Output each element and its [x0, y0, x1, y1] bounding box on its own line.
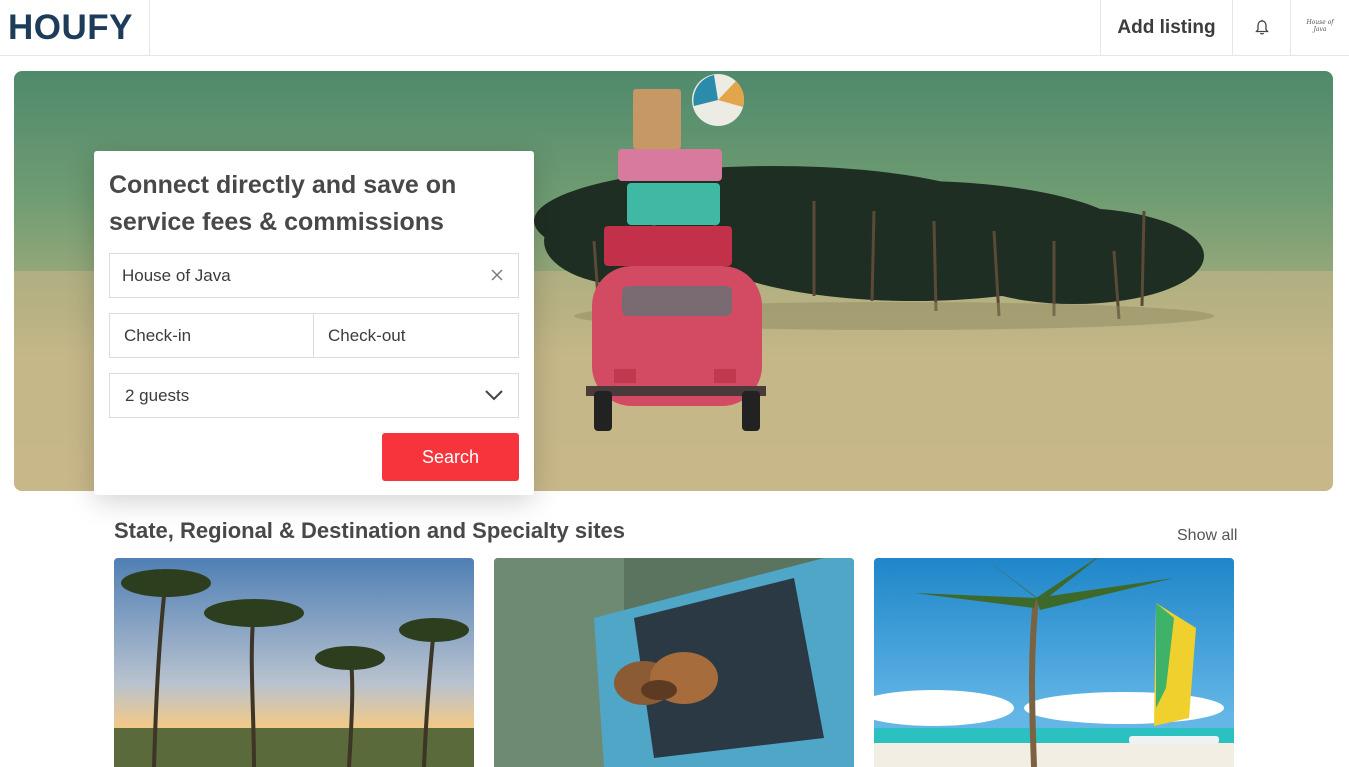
search-button[interactable]: Search [382, 433, 519, 481]
palm-sunset-image [114, 558, 474, 767]
logo-container[interactable]: HOUFY [0, 0, 150, 55]
chevron-down-icon [484, 387, 504, 408]
site-card-beach-palm[interactable] [874, 558, 1234, 767]
site-card-dogs-van[interactable] [494, 558, 854, 767]
dogs-van-image [494, 558, 854, 767]
checkin-placeholder: Check-in [124, 325, 192, 345]
avatar: House of Java [1306, 18, 1334, 33]
notifications-button[interactable] [1232, 0, 1290, 55]
search-card: Connect directly and save on service fee… [94, 151, 534, 495]
guests-value: 2 guests [125, 385, 190, 405]
site-card-palm-sunset[interactable] [114, 558, 474, 767]
bell-icon [1254, 19, 1269, 35]
location-value: House of Java [122, 265, 231, 285]
houfy-logo[interactable]: HOUFY [8, 8, 133, 48]
checkout-field[interactable]: Check-out [313, 313, 519, 358]
top-header: HOUFY Add listing House of Java [0, 0, 1349, 56]
add-listing-button[interactable]: Add listing [1100, 0, 1232, 55]
guests-select[interactable]: 2 guests [109, 373, 519, 418]
show-all-link[interactable]: Show all [1177, 527, 1237, 545]
section-title: State, Regional & Destination and Specia… [114, 518, 626, 543]
checkin-field[interactable]: Check-in [109, 313, 314, 358]
beach-palm-image [874, 558, 1234, 767]
location-input[interactable]: House of Java [109, 253, 519, 298]
hero-title: Connect directly and save on service fee… [109, 171, 457, 236]
checkout-placeholder: Check-out [328, 325, 406, 345]
user-avatar-button[interactable]: House of Java [1290, 0, 1349, 55]
close-icon[interactable] [488, 266, 506, 284]
